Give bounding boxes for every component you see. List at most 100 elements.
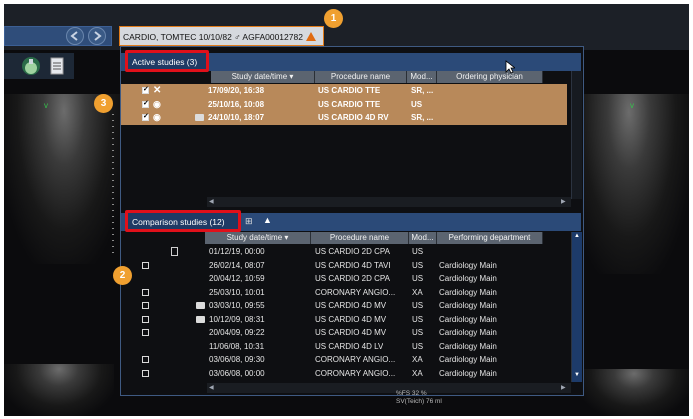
procedure-cell: US CARDIO TTE bbox=[318, 86, 381, 95]
checkbox[interactable] bbox=[142, 315, 149, 323]
procedure-cell: CORONARY ANGIO... bbox=[315, 355, 396, 364]
toolbar-icons bbox=[4, 53, 74, 79]
arrow-left-icon[interactable] bbox=[66, 27, 84, 45]
department-cell: Cardiology Main bbox=[439, 274, 497, 283]
table-row[interactable]: 11/06/08, 10:31 US CARDIO 4D LV US Cardi… bbox=[121, 340, 567, 354]
comment-icon[interactable] bbox=[196, 315, 205, 323]
close-icon[interactable]: ✕ bbox=[153, 84, 161, 98]
tab-label: Comparison studies (12) bbox=[132, 217, 225, 227]
checkbox[interactable] bbox=[142, 329, 149, 336]
column-header-modality[interactable]: Mod... bbox=[407, 71, 437, 83]
column-header-physician[interactable]: Ordering physician bbox=[437, 71, 543, 83]
modality-cell: US bbox=[412, 260, 424, 270]
tab-label: Active studies (3) bbox=[132, 57, 198, 67]
modality-cell: US bbox=[412, 314, 424, 324]
checkbox[interactable] bbox=[142, 356, 149, 363]
marker-v: v bbox=[630, 101, 634, 110]
column-header-department[interactable]: Performing department bbox=[437, 232, 543, 244]
tab-comparison-studies[interactable]: Comparison studies (12) bbox=[125, 210, 241, 232]
marker-v: v bbox=[44, 101, 48, 110]
table-row[interactable]: ✕ 17/09/20, 16:38 US CARDIO TTE SR, ... bbox=[121, 83, 567, 98]
document-icon[interactable] bbox=[48, 57, 66, 75]
checkbox[interactable] bbox=[142, 83, 149, 97]
eye-icon[interactable]: ◉ bbox=[153, 111, 161, 125]
table-row[interactable]: 10/12/09, 08:31 US CARDIO 4D MV US Cardi… bbox=[121, 313, 567, 327]
ultrasound-left bbox=[4, 94, 124, 264]
date-cell: 25/03/10, 10:01 bbox=[209, 287, 265, 297]
patient-info-box[interactable]: CARDIO, TOMTEC 10/10/82 ♂ AGFA00012782 bbox=[119, 26, 324, 46]
modality-cell: SR, ... bbox=[411, 86, 434, 95]
table-row[interactable]: 20/04/12, 10:59 US CARDIO 2D CPA US Card… bbox=[121, 272, 567, 286]
mouse-cursor-icon bbox=[505, 60, 515, 74]
scroll-right-icon[interactable]: ▶ bbox=[561, 198, 566, 205]
ultrasound-bottom-right bbox=[579, 369, 689, 416]
column-header-procedure[interactable]: Procedure name bbox=[315, 71, 407, 83]
date-cell: 25/10/16, 10:08 bbox=[208, 99, 265, 109]
table-row[interactable]: 03/06/08, 09:30 CORONARY ANGIO... XA Car… bbox=[121, 353, 567, 367]
scroll-right-icon[interactable]: ▶ bbox=[561, 384, 566, 391]
checkbox[interactable] bbox=[142, 369, 149, 377]
modality-cell: XA bbox=[412, 368, 423, 378]
date-cell: 20/04/09, 09:22 bbox=[209, 328, 265, 337]
checkbox[interactable] bbox=[142, 110, 149, 124]
date-cell: 03/06/08, 00:00 bbox=[209, 368, 265, 378]
column-header-modality[interactable]: Mod... bbox=[409, 232, 437, 244]
flask-icon[interactable] bbox=[22, 57, 40, 75]
department-cell: Cardiology Main bbox=[439, 314, 497, 324]
procedure-cell: US CARDIO 4D MV bbox=[315, 301, 387, 310]
warning-icon[interactable] bbox=[305, 32, 316, 41]
procedure-cell: US CARDIO 4D RV bbox=[318, 113, 389, 122]
scroll-down-icon[interactable]: ▼ bbox=[574, 372, 580, 378]
stat-line: SV(Teich) 76 ml bbox=[396, 398, 442, 405]
scroll-left-icon[interactable]: ◀ bbox=[209, 198, 214, 205]
modality-cell: XA bbox=[412, 355, 423, 364]
comment-icon[interactable] bbox=[196, 302, 205, 309]
badge-1: 1 bbox=[324, 9, 343, 28]
department-cell: Cardiology Main bbox=[439, 287, 497, 297]
scroll-left-icon[interactable]: ◀ bbox=[209, 384, 214, 391]
department-cell: Cardiology Main bbox=[439, 368, 497, 378]
department-cell: Cardiology Main bbox=[439, 301, 497, 310]
stat-line: %FS 32 % bbox=[396, 390, 427, 397]
modality-cell: US bbox=[412, 274, 424, 283]
table-row[interactable]: 26/02/14, 08:07 US CARDIO 4D TAVI US Car… bbox=[121, 259, 567, 273]
eye-icon[interactable]: ◉ bbox=[153, 98, 161, 112]
plus-icon[interactable]: ⊞ bbox=[245, 216, 253, 227]
scrollbar-vertical[interactable]: ▲ ▼ bbox=[571, 232, 582, 382]
comment-icon[interactable] bbox=[195, 114, 204, 121]
procedure-cell: US CARDIO 2D CPA bbox=[315, 274, 390, 283]
table-row[interactable]: 01/12/19, 00:00 US CARDIO 2D CPA US bbox=[121, 245, 567, 259]
scrollbar-horizontal[interactable]: ◀ ▶ bbox=[207, 197, 571, 207]
table-row[interactable]: 25/03/10, 10:01 CORONARY ANGIO... XA Car… bbox=[121, 286, 567, 300]
checkbox[interactable] bbox=[142, 97, 149, 110]
checkbox[interactable] bbox=[142, 261, 149, 269]
date-cell: 03/03/10, 09:55 bbox=[209, 301, 265, 310]
date-cell: 20/04/12, 10:59 bbox=[209, 274, 265, 283]
date-cell: 24/10/10, 18:07 bbox=[208, 113, 265, 122]
badge-2: 2 bbox=[113, 266, 132, 285]
checkbox[interactable] bbox=[142, 288, 149, 296]
date-cell: 03/06/08, 09:30 bbox=[209, 355, 265, 364]
scroll-up-icon[interactable]: ▲ bbox=[574, 233, 580, 239]
table-row[interactable]: ◉ 24/10/10, 18:07 US CARDIO 4D RV SR, ..… bbox=[121, 110, 567, 125]
table-row[interactable]: 20/04/09, 09:22 US CARDIO 4D MV US Cardi… bbox=[121, 326, 567, 340]
column-header-date[interactable]: Study date/time ▾ bbox=[211, 71, 315, 83]
checkbox[interactable] bbox=[142, 302, 149, 309]
procedure-cell: US CARDIO 4D MV bbox=[315, 328, 387, 337]
graduation-cap-icon[interactable]: ▲ bbox=[263, 215, 272, 225]
depth-ruler bbox=[112, 114, 114, 254]
tab-active-studies[interactable]: Active studies (3) bbox=[125, 50, 209, 72]
ultrasound-right bbox=[569, 94, 689, 274]
table-row[interactable]: 03/03/10, 09:55 US CARDIO 4D MV US Cardi… bbox=[121, 299, 567, 313]
table-row[interactable]: ◉ 25/10/16, 10:08 US CARDIO TTE US bbox=[121, 97, 567, 112]
patient-info: CARDIO, TOMTEC 10/10/82 ♂ AGFA00012782 bbox=[123, 32, 303, 42]
modality-cell: US bbox=[411, 99, 423, 109]
scrollbar-horizontal[interactable]: ◀ ▶ bbox=[207, 383, 571, 393]
column-header-procedure[interactable]: Procedure name bbox=[311, 232, 409, 244]
table-row[interactable]: 03/06/08, 00:00 CORONARY ANGIO... XA Car… bbox=[121, 367, 567, 381]
modality-cell: SR, ... bbox=[411, 113, 434, 122]
column-header-date[interactable]: Study date/time ▾ bbox=[205, 232, 311, 244]
arrow-right-icon[interactable] bbox=[88, 27, 106, 45]
document-icon[interactable] bbox=[171, 247, 178, 256]
scrollbar-vertical[interactable] bbox=[571, 71, 582, 199]
